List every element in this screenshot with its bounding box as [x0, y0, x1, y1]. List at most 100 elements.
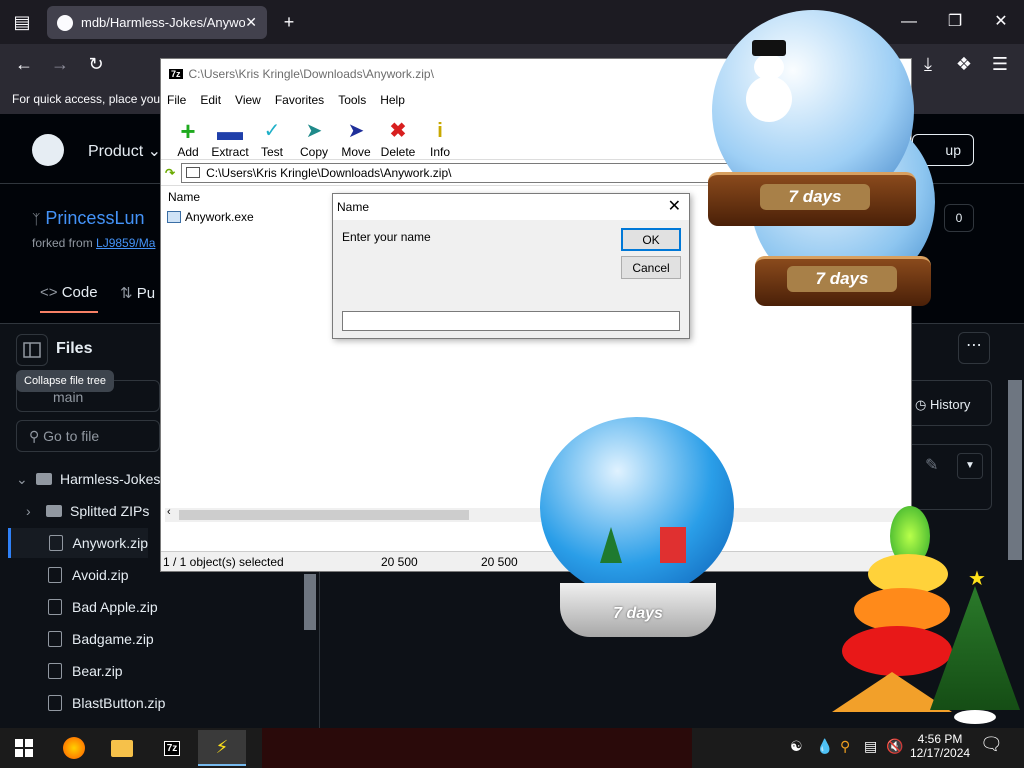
delete-button[interactable]: ✖ Delete — [377, 119, 419, 159]
forward-icon[interactable]: → — [44, 48, 76, 80]
tray-drop-icon[interactable]: 💧 — [816, 738, 833, 755]
tab-pull-requests[interactable]: ⇅ Pu — [120, 284, 155, 302]
tray-volume-muted-icon[interactable]: 🔇 — [886, 738, 903, 755]
dropdown-triangle-icon[interactable]: ▼ — [957, 453, 983, 479]
windows-logo-icon — [15, 739, 33, 757]
folder-icon — [186, 167, 201, 178]
menu-file[interactable]: File — [167, 93, 186, 107]
file-icon — [48, 663, 62, 679]
scrollbar-thumb[interactable] — [179, 510, 469, 520]
file-actions-box: ✎ ▼ — [904, 444, 992, 510]
github-logo-icon[interactable] — [32, 134, 64, 166]
x-icon: ✖ — [389, 120, 407, 142]
prank-app-icon[interactable]: ⚡ — [198, 730, 246, 766]
new-tab-icon[interactable]: + — [273, 6, 305, 38]
forked-from: forked from LJ9859/Ma — [32, 236, 156, 250]
extract-button[interactable]: ▬ Extract — [209, 116, 251, 159]
add-button[interactable]: + Add — [167, 116, 209, 159]
gift-icon — [660, 527, 686, 563]
cancel-button[interactable]: Cancel — [621, 256, 681, 279]
reload-icon[interactable]: ↻ — [80, 48, 112, 80]
top-hat-icon — [752, 40, 786, 56]
menu-icon[interactable]: ☰ — [984, 48, 1016, 80]
dialog-titlebar: Name ✕ — [333, 194, 689, 220]
snowman-icon — [746, 76, 792, 122]
taskbar-background-strip — [262, 728, 692, 768]
tree-item-file[interactable]: Bad Apple.zip — [48, 592, 348, 622]
tree-item-file[interactable]: BlastButton.zip — [48, 688, 348, 718]
scroll-left-icon[interactable]: ‹ — [167, 506, 171, 518]
collapse-file-tree-button[interactable] — [16, 334, 48, 366]
extensions-icon[interactable]: ❖ — [948, 48, 980, 80]
column-header-name[interactable]: Name — [168, 190, 200, 204]
christmas-tree-icon: ★ — [930, 566, 1020, 726]
menu-view[interactable]: View — [235, 93, 261, 107]
dialog-prompt: Enter your name — [342, 230, 431, 244]
folder-open-icon — [36, 473, 52, 485]
fork-icon: ᛉ — [32, 211, 41, 227]
star-icon: ★ — [968, 568, 986, 590]
sidebar-collapse-icon — [23, 342, 41, 358]
windows-start-icon[interactable] — [4, 732, 44, 764]
browser-tab[interactable]: mdb/Harmless-Jokes/Anywork ✕ — [47, 6, 267, 39]
repo-name[interactable]: ᛉ PrincessLun — [32, 208, 144, 229]
list-item[interactable]: Anywork.exe — [167, 210, 254, 224]
minus-icon: ▬ — [217, 116, 243, 146]
edit-pencil-icon[interactable]: ✎ — [925, 455, 938, 475]
files-heading: Files — [56, 340, 93, 357]
firefox-icon[interactable] — [54, 732, 94, 764]
tree-item-file[interactable]: Badgame.zip — [48, 624, 348, 654]
tray-network-icon[interactable]: ▤ — [864, 738, 877, 755]
tray-people-icon[interactable]: ☯ — [790, 738, 803, 755]
move-button[interactable]: ➤ Move — [335, 119, 377, 159]
more-options-icon[interactable]: ⋯ — [958, 332, 990, 364]
tab-list-icon[interactable]: ▤ — [6, 6, 38, 38]
github-favicon-icon — [57, 14, 73, 31]
horizontal-scrollbar[interactable]: ‹ — [165, 506, 909, 522]
plus-icon: + — [180, 116, 196, 146]
globe-label: 7 days — [613, 605, 663, 622]
notification-center-icon[interactable]: 🗨 — [980, 734, 1004, 758]
exe-file-icon — [167, 211, 181, 223]
go-to-file-input[interactable]: ⚲ Go to file — [16, 420, 160, 452]
sevenzip-taskbar-icon[interactable]: 7z — [152, 732, 192, 764]
copy-button[interactable]: ➤ Copy — [293, 119, 335, 159]
product-menu[interactable]: Product ⌄ — [88, 141, 161, 161]
history-button[interactable]: ◷ History — [904, 380, 992, 426]
menu-help[interactable]: Help — [380, 93, 405, 107]
tray-search-icon[interactable]: ⚲ — [840, 738, 850, 755]
tree-item-file[interactable]: Bear.zip — [48, 656, 348, 686]
back-icon[interactable]: ← — [8, 48, 40, 80]
menu-edit[interactable]: Edit — [200, 93, 221, 107]
menu-tools[interactable]: Tools — [338, 93, 366, 107]
snow-globe-front: 7 days — [708, 10, 918, 230]
snow-base — [954, 710, 996, 724]
search-icon: ⚲ — [29, 428, 40, 444]
tree-item-file-selected[interactable]: Anywork.zip — [8, 528, 148, 558]
name-dialog: Name ✕ Enter your name OK Cancel — [332, 193, 690, 339]
copy-arrow-icon: ➤ — [305, 120, 323, 142]
chevron-down-icon: ⌄ — [147, 143, 161, 160]
sidebar-scrollbar[interactable] — [304, 574, 316, 630]
name-input[interactable] — [342, 311, 680, 331]
file-explorer-icon[interactable] — [102, 732, 142, 764]
page-scrollbar[interactable] — [1008, 380, 1022, 560]
globe-glass — [540, 417, 734, 597]
restore-icon[interactable]: ❐ — [932, 0, 978, 44]
forked-from-link[interactable]: LJ9859/Ma — [96, 236, 155, 250]
dialog-close-icon[interactable]: ✕ — [668, 196, 681, 216]
globe-label: 7 days — [787, 266, 897, 292]
up-folder-icon[interactable]: ↷ — [165, 166, 175, 180]
menu-favorites[interactable]: Favorites — [275, 93, 324, 107]
clock-time: 4:56 PM — [917, 732, 963, 746]
ok-button[interactable]: OK — [621, 228, 681, 251]
tab-code[interactable]: <> Code — [40, 284, 98, 313]
info-button[interactable]: i Info — [419, 119, 461, 159]
tree-body — [930, 586, 1020, 710]
tooltip: Collapse file tree — [16, 370, 114, 392]
test-button[interactable]: ✓ Test — [251, 119, 293, 159]
sevenzip-statusbar: 1 / 1 object(s) selected 20 500 20 500 — [161, 551, 911, 571]
clock[interactable]: 4:56 PM 12/17/2024 — [910, 732, 970, 760]
close-tab-icon[interactable]: ✕ — [245, 14, 257, 31]
close-window-icon[interactable]: ✕ — [978, 0, 1024, 44]
